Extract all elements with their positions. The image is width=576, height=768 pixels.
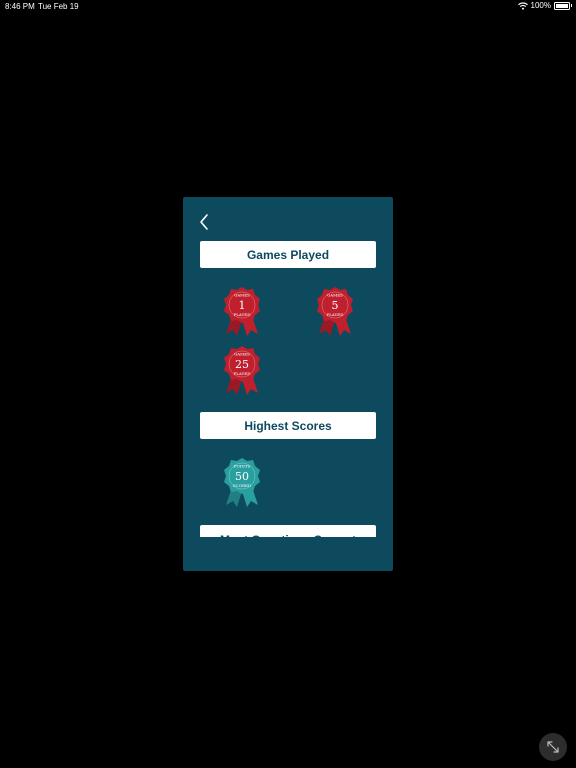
- badge-bottom-label: PLAYED: [234, 371, 251, 376]
- points-scored-50-badge: POINTS 50 SCORED: [224, 458, 260, 507]
- expand-button[interactable]: [539, 733, 567, 761]
- back-button[interactable]: [197, 211, 211, 233]
- status-bar: 8:46 PM Tue Feb 19 100%: [0, 0, 576, 14]
- achievements-panel: Games Played GAMES 1 PLAYED GAMES 5 PLAY…: [183, 197, 393, 571]
- badge-top-label: GAMES: [234, 293, 250, 298]
- badge-number: 50: [235, 470, 249, 483]
- games-played-25-badge: GAMES 25 PLAYED: [224, 346, 260, 395]
- status-date: Tue Feb 19: [38, 2, 79, 11]
- games-played-header[interactable]: Games Played: [200, 241, 376, 268]
- status-time: 8:46 PM: [5, 2, 35, 11]
- badge-bottom-label: PLAYED: [327, 312, 344, 317]
- expand-arrows-icon: [547, 741, 559, 753]
- badge-number: 1: [239, 299, 246, 312]
- badge-top-label: GAMES: [327, 293, 343, 298]
- battery-percent: 100%: [530, 1, 551, 10]
- badge-number: 25: [235, 358, 249, 371]
- achievements-scroll[interactable]: Games Played GAMES 1 PLAYED GAMES 5 PLAY…: [183, 235, 393, 537]
- status-right: 100%: [517, 1, 572, 10]
- most-questions-correct-header[interactable]: Most Questions Correct: [200, 525, 376, 537]
- badge-top-label: GAMES: [234, 352, 250, 357]
- badge-top-label: POINTS: [234, 464, 251, 469]
- badge-bottom-label: PLAYED: [234, 312, 251, 317]
- battery-icon: [554, 1, 572, 10]
- highest-scores-header[interactable]: Highest Scores: [200, 412, 376, 439]
- games-played-5-badge: GAMES 5 PLAYED: [317, 287, 353, 336]
- wifi-icon: [517, 1, 528, 10]
- chevron-left-icon: [200, 214, 208, 230]
- badge-number: 5: [332, 299, 339, 312]
- games-played-1-badge: GAMES 1 PLAYED: [224, 287, 260, 336]
- badge-bottom-label: SCORED: [233, 483, 251, 488]
